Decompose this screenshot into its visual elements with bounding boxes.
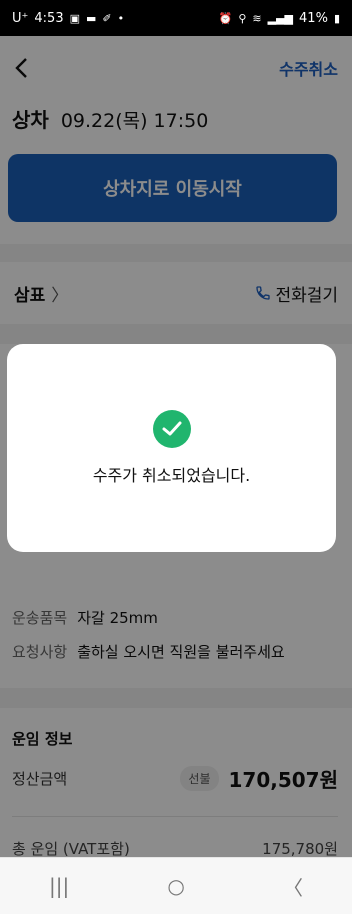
dialog-message: 수주가 취소되었습니다. <box>92 466 251 485</box>
brush-icon: ✐ <box>102 11 112 25</box>
battery-icon: ▮ <box>333 11 340 25</box>
signal-icon: ▂▄▆ <box>267 11 294 25</box>
status-bar: U⁺ 4:53 ▣ ▬ ✐ • ⏰ ⚲ ≋ ▂▄▆ 41% ▮ <box>0 0 352 36</box>
recents-button[interactable]: ||| <box>49 874 69 898</box>
message-icon: ▣ <box>69 11 80 25</box>
wifi-icon: ≋ <box>252 11 262 25</box>
check-circle-icon <box>152 410 191 448</box>
cancel-confirmation-dialog: 수주가 취소되었습니다. <box>7 344 336 552</box>
carrier-label: U⁺ <box>12 10 29 26</box>
checkmark-icon <box>162 421 181 436</box>
system-nav-bar: ||| ○ 〈 <box>0 857 352 914</box>
chat-icon: ▬ <box>86 11 97 25</box>
home-button[interactable]: ○ <box>167 874 184 898</box>
time-label: 4:53 <box>34 10 64 26</box>
system-back-button[interactable]: 〈 <box>283 872 303 901</box>
alarm-icon: ⏰ <box>218 11 233 25</box>
battery-label: 41% <box>299 10 328 26</box>
location-icon: ⚲ <box>238 11 247 25</box>
dot-icon: • <box>117 11 125 25</box>
